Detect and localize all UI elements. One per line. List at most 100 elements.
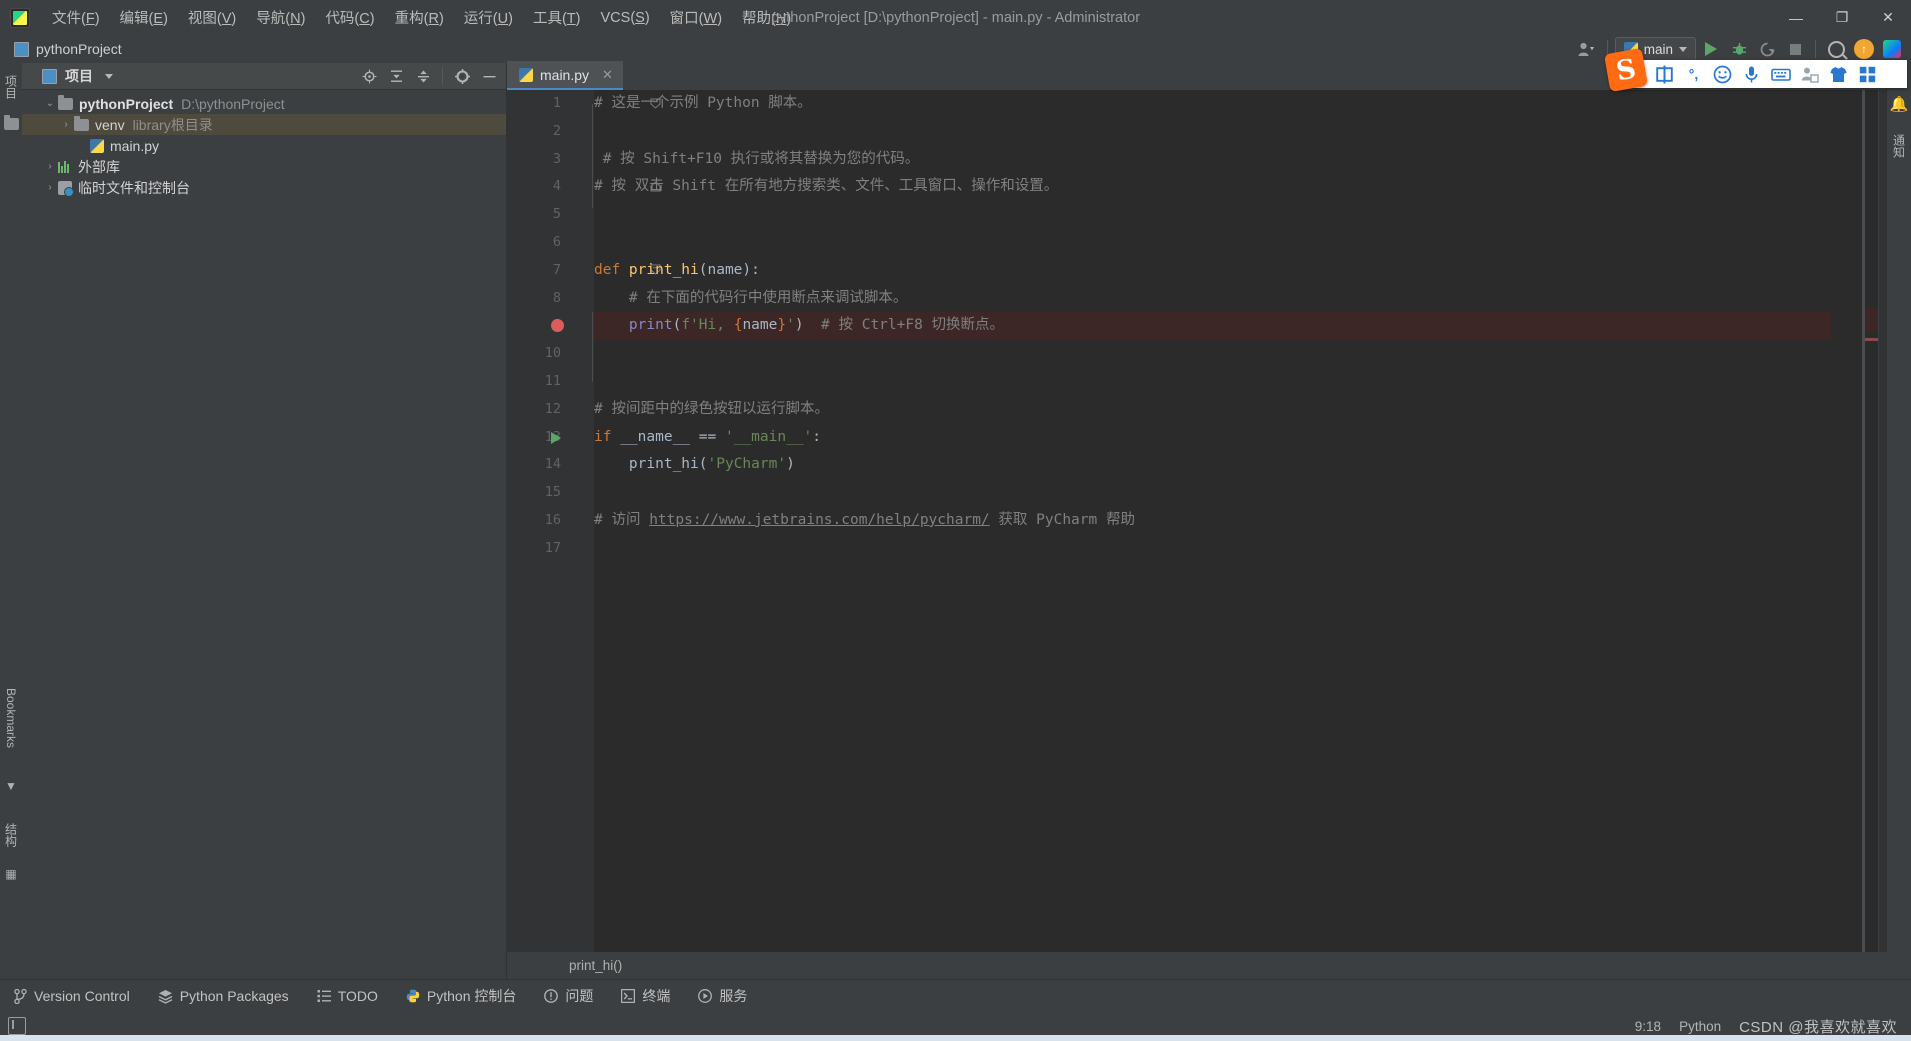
code-line[interactable] bbox=[594, 201, 1831, 229]
menu-edit[interactable]: 编辑(E) bbox=[110, 3, 178, 32]
tool-python-packages[interactable]: Python Packages bbox=[144, 980, 303, 1012]
tool-services[interactable]: 服务 bbox=[684, 980, 761, 1012]
line-number: 11 bbox=[544, 373, 561, 389]
project-strip-folder-icon[interactable] bbox=[0, 113, 22, 135]
notifications-icon[interactable]: 🔔 bbox=[1888, 93, 1910, 115]
code-line[interactable]: print_hi('PyCharm') bbox=[594, 451, 1831, 479]
tree-row[interactable]: › venv library根目录 bbox=[22, 114, 506, 135]
chevron-down-icon[interactable] bbox=[105, 73, 113, 79]
memory-indicator-icon[interactable] bbox=[8, 1017, 26, 1035]
sogou-logo-icon[interactable]: S bbox=[1603, 47, 1649, 93]
tree-twisty-icon[interactable]: ⌄ bbox=[42, 98, 58, 109]
search-everywhere-icon[interactable] bbox=[1823, 37, 1849, 61]
menu-run[interactable]: 运行(U) bbox=[454, 3, 523, 32]
maximize-button[interactable]: ❐ bbox=[1819, 0, 1865, 35]
line-number: 14 bbox=[544, 456, 561, 473]
tree-twisty-icon[interactable]: › bbox=[42, 182, 58, 193]
account-icon[interactable] bbox=[1574, 37, 1600, 61]
menu-navigate[interactable]: 导航(N) bbox=[246, 3, 315, 32]
code-line[interactable] bbox=[594, 368, 1831, 396]
locate-icon[interactable] bbox=[356, 64, 382, 88]
code-line[interactable]: # 这是一个示例 Python 脚本。 bbox=[594, 90, 1831, 118]
code-line[interactable]: # 按 Shift+F10 执行或将其替换为您的代码。 bbox=[594, 146, 1831, 174]
code-line[interactable] bbox=[594, 118, 1831, 146]
expand-all-icon[interactable] bbox=[383, 64, 409, 88]
tree-row[interactable]: › 临时文件和控制台 bbox=[22, 177, 506, 198]
interpreter-label[interactable]: Python bbox=[1679, 1019, 1721, 1034]
menu-help[interactable]: 帮助(H) bbox=[732, 3, 801, 32]
code-line[interactable]: print(f'Hi, {name}') # 按 Ctrl+F8 切换断点。 bbox=[594, 312, 1831, 341]
minimize-button[interactable]: — bbox=[1773, 0, 1819, 35]
menu-file[interactable]: 文件(F) bbox=[42, 3, 110, 32]
sidebar-item-notifications[interactable]: 通知 bbox=[1887, 121, 1911, 171]
code-link[interactable]: https://www.jetbrains.com/help/pycharm/ bbox=[649, 512, 989, 528]
stop-icon[interactable] bbox=[1782, 37, 1808, 61]
run-gutter-icon[interactable] bbox=[551, 431, 561, 444]
tool-terminal[interactable]: 终端 bbox=[607, 980, 684, 1012]
ime-punctuation-button[interactable]: °, bbox=[1679, 60, 1708, 88]
sogou-ime-floating-bar[interactable]: S °, bbox=[1603, 47, 1907, 93]
collapse-all-icon[interactable] bbox=[410, 64, 436, 88]
ime-toolbox-button[interactable] bbox=[1853, 60, 1882, 88]
menu-refactor[interactable]: 重构(R) bbox=[385, 3, 454, 32]
code-line[interactable] bbox=[594, 229, 1831, 257]
tree-twisty-icon[interactable]: › bbox=[42, 161, 58, 172]
sidebar-item-project[interactable]: 项目 bbox=[0, 63, 22, 111]
coverage-icon[interactable] bbox=[1754, 37, 1780, 61]
code-folding-column[interactable] bbox=[577, 90, 661, 979]
tool-python-console[interactable]: Python 控制台 bbox=[392, 980, 530, 1012]
settings-gear-icon[interactable] bbox=[449, 64, 475, 88]
menu-view[interactable]: 视图(V) bbox=[178, 3, 246, 32]
code-line[interactable]: # 按间距中的绿色按钮以运行脚本。 bbox=[594, 396, 1831, 424]
menu-code[interactable]: 代码(C) bbox=[315, 3, 384, 32]
tool-problems[interactable]: 问题 bbox=[530, 980, 607, 1012]
run-icon[interactable] bbox=[1698, 37, 1724, 61]
caret-position[interactable]: 9:18 bbox=[1635, 1019, 1661, 1034]
ime-soft-keyboard-button[interactable] bbox=[1766, 60, 1795, 88]
debug-icon[interactable] bbox=[1726, 37, 1752, 61]
structure-strip-label: 结构 bbox=[3, 823, 18, 847]
project-module-icon bbox=[14, 41, 29, 57]
editor-gutter[interactable]: 1234567891011121314151617 bbox=[507, 90, 577, 979]
close-button[interactable]: ✕ bbox=[1865, 0, 1911, 35]
stripe-breakpoint-mark[interactable] bbox=[1865, 338, 1879, 341]
ime-voice-input-button[interactable] bbox=[1737, 60, 1766, 88]
menu-tools[interactable]: 工具(T) bbox=[523, 3, 591, 32]
ime-skin-button[interactable] bbox=[1824, 60, 1853, 88]
code-line[interactable]: if __name__ == '__main__': bbox=[594, 424, 1831, 452]
code-line[interactable]: # 按 双击 Shift 在所有地方搜索类、文件、工具窗口、操作和设置。 bbox=[594, 173, 1831, 201]
hide-panel-icon[interactable] bbox=[476, 64, 502, 88]
tool-todo[interactable]: TODO bbox=[303, 980, 392, 1012]
code-content[interactable]: # 这是一个示例 Python 脚本。 # 按 Shift+F10 执行或将其替… bbox=[594, 90, 1831, 979]
update-icon[interactable]: ↑ bbox=[1851, 37, 1877, 61]
tree-row[interactable]: ⌄ pythonProject D:\pythonProject bbox=[22, 93, 506, 114]
editor-tab-main-py[interactable]: main.py ✕ bbox=[507, 61, 623, 90]
breadcrumb[interactable]: pythonProject bbox=[14, 41, 122, 57]
tree-node-sublabel: library根目录 bbox=[132, 116, 213, 133]
editor-breadcrumb-label[interactable]: print_hi() bbox=[569, 958, 622, 973]
breadcrumb-project-label: pythonProject bbox=[36, 41, 122, 57]
tree-row[interactable]: › 外部库 bbox=[22, 156, 506, 177]
close-icon[interactable]: ✕ bbox=[602, 67, 613, 83]
sidebar-item-structure[interactable]: 结构 bbox=[0, 811, 22, 859]
tool-version-control[interactable]: Version Control bbox=[0, 980, 144, 1012]
menu-window[interactable]: 窗口(W) bbox=[660, 3, 732, 32]
tree-twisty-icon[interactable]: › bbox=[58, 119, 74, 130]
code-line[interactable] bbox=[594, 479, 1831, 507]
editor-body[interactable]: 1234567891011121314151617 # 这是一个示例 Pytho… bbox=[507, 90, 1911, 979]
code-line[interactable] bbox=[594, 535, 1831, 563]
ide-features-trainer-icon[interactable] bbox=[1879, 37, 1905, 61]
code-line[interactable]: # 在下面的代码行中使用断点来调试脚本。 bbox=[594, 285, 1831, 313]
ime-chinese-mode-button[interactable] bbox=[1650, 60, 1679, 88]
code-line[interactable]: # 访问 https://www.jetbrains.com/help/pych… bbox=[594, 507, 1831, 535]
error-stripe-gutter[interactable] bbox=[1865, 90, 1879, 979]
stripe-breakpoint-band bbox=[1865, 308, 1879, 331]
ime-user-button[interactable] bbox=[1795, 60, 1824, 88]
code-line[interactable]: def print_hi(name): bbox=[594, 257, 1831, 285]
code-line[interactable] bbox=[594, 340, 1831, 368]
line-number: 15 bbox=[544, 484, 561, 501]
menu-vcs[interactable]: VCS(S) bbox=[591, 6, 660, 30]
tree-row[interactable]: main.py bbox=[22, 135, 506, 156]
sidebar-item-bookmarks[interactable]: Bookmarks bbox=[0, 663, 22, 773]
ime-emoji-button[interactable] bbox=[1708, 60, 1737, 88]
